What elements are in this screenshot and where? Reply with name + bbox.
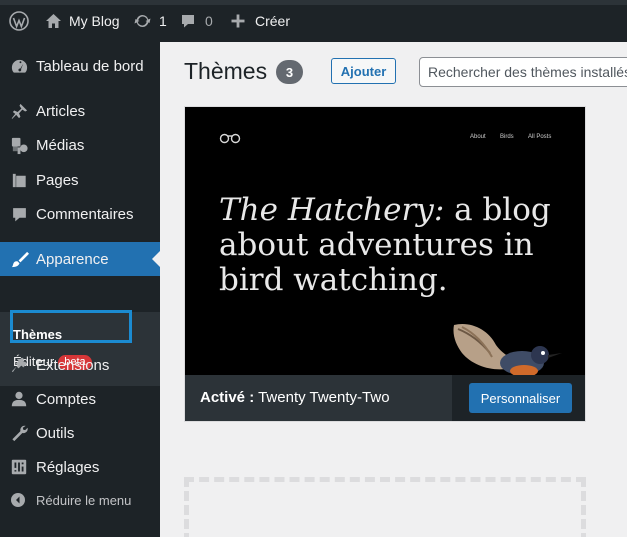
preview-nav-about: About: [470, 134, 486, 140]
active-prefix: Activé :: [200, 389, 255, 406]
theme-card-footer: Activé : Twenty Twenty-Two Personnaliser: [185, 375, 585, 421]
user-icon: [0, 390, 36, 408]
menu-item-appearance[interactable]: Apparence: [0, 242, 160, 276]
menu-item-settings[interactable]: Réglages: [0, 450, 160, 484]
new-content-link[interactable]: Créer: [231, 5, 290, 37]
site-name-link[interactable]: My Blog: [45, 5, 120, 37]
active-theme-name: Activé : Twenty Twenty-Two: [200, 389, 390, 406]
menu-item-accounts[interactable]: Comptes: [0, 382, 160, 416]
menu-item-label: Outils: [36, 424, 75, 442]
wrench-icon: [0, 424, 36, 443]
new-label: Créer: [255, 13, 291, 29]
menu-item-label: Articles: [36, 102, 86, 120]
menu-item-dashboard[interactable]: Tableau de bord: [0, 49, 160, 83]
preview-headline-italic: The Hatchery:: [219, 192, 445, 228]
collapse-menu-button[interactable]: Réduire le menu: [0, 485, 160, 515]
collapse-arrow-icon: [0, 492, 36, 508]
bird-illustration-icon: [453, 323, 562, 375]
editor-focus-outline: [10, 310, 132, 343]
menu-item-label: Tableau de bord: [36, 57, 144, 75]
theme-count-badge: 3: [276, 60, 303, 84]
site-name: My Blog: [69, 13, 120, 29]
preview-headline: The Hatchery: a blog about adventures in…: [219, 193, 559, 298]
theme-card[interactable]: About Birds All Posts The Hatchery: a bl…: [184, 106, 586, 422]
preview-nav-birds: Birds: [500, 134, 514, 140]
brush-icon: [0, 250, 36, 269]
menu-item-media[interactable]: Médias: [0, 128, 160, 162]
add-new-theme-card[interactable]: [184, 477, 586, 537]
customize-button[interactable]: Personnaliser: [469, 383, 572, 413]
menu-item-label: Pages: [36, 171, 79, 189]
menu-item-tools[interactable]: Outils: [0, 416, 160, 450]
home-icon: [46, 14, 61, 28]
pin-icon: [0, 102, 36, 121]
comments-link[interactable]: 0: [180, 5, 213, 37]
menu-item-label: Apparence: [36, 250, 109, 268]
updates-link[interactable]: 1: [133, 5, 167, 37]
preview-nav-all-posts: All Posts: [528, 134, 552, 140]
comment-bubble-icon: [182, 15, 194, 28]
wordpress-logo-icon[interactable]: [9, 5, 29, 37]
binoculars-logo-icon: [219, 133, 241, 144]
collapse-menu-label: Réduire le menu: [36, 492, 132, 508]
menu-item-label: Extensions: [36, 356, 110, 374]
plugin-icon: [0, 356, 36, 375]
menu-item-articles[interactable]: Articles: [0, 94, 160, 128]
pages-icon: [0, 171, 36, 190]
page-title: Thèmes: [184, 58, 268, 84]
menu-item-pages[interactable]: Pages: [0, 163, 160, 197]
admin-bar: My Blog 1 0 Créer: [0, 0, 627, 42]
add-theme-button[interactable]: Ajouter: [331, 58, 396, 84]
theme-screenshot[interactable]: About Birds All Posts The Hatchery: a bl…: [185, 107, 585, 375]
theme-name: Twenty Twenty-Two: [258, 389, 390, 406]
comments-count: 0: [205, 13, 213, 29]
menu-item-label: Comptes: [36, 390, 97, 408]
menu-item-label: Commentaires: [36, 205, 134, 223]
plus-icon: [231, 14, 245, 28]
theme-search-input[interactable]: Rechercher des thèmes installés: [419, 57, 627, 87]
updates-count: 1: [159, 13, 167, 29]
menu-item-label: Réglages: [36, 458, 100, 476]
menu-item-label: Médias: [36, 136, 85, 154]
admin-sidebar: Tableau de bord Articles Médias Pages Co…: [0, 37, 160, 537]
comments-icon: [0, 206, 36, 223]
settings-icon: [0, 458, 36, 476]
updates-icon: [134, 15, 151, 27]
menu-item-extensions[interactable]: Extensions: [0, 348, 160, 382]
media-icon: [0, 136, 36, 155]
menu-item-comments[interactable]: Commentaires: [0, 197, 160, 231]
dashboard-icon: [0, 57, 36, 76]
theme-actions: Personnaliser: [452, 375, 585, 421]
